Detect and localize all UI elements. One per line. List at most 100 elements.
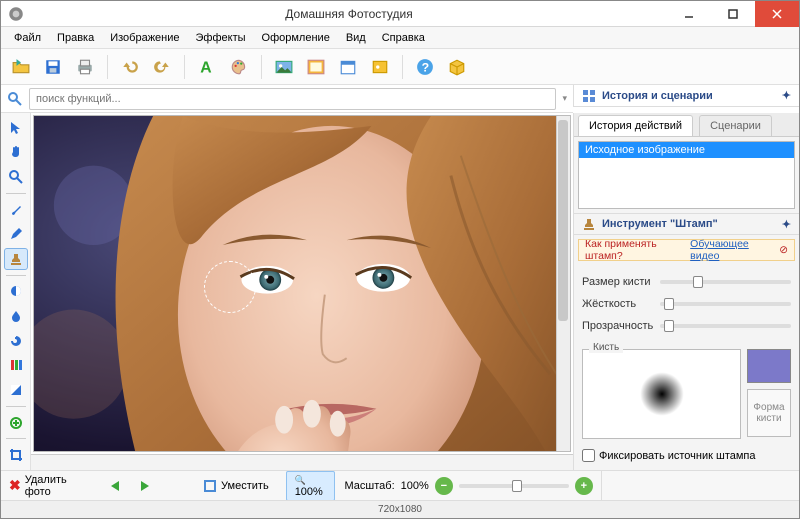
fix-source-checkbox[interactable] <box>582 449 595 462</box>
scale-value: 100% <box>401 480 429 492</box>
close-button[interactable] <box>755 1 799 27</box>
menu-view[interactable]: Вид <box>339 30 373 46</box>
search-row: ▾ <box>1 85 573 113</box>
toolbar-sep <box>261 55 262 79</box>
menu-effects[interactable]: Эффекты <box>189 30 253 46</box>
undo-button[interactable] <box>116 53 144 81</box>
collapse-icon[interactable]: ✦ <box>782 218 791 231</box>
pointer-tool[interactable] <box>4 117 28 139</box>
slider-hardness[interactable] <box>660 302 791 306</box>
photo-image <box>34 116 570 452</box>
box-button[interactable] <box>443 53 471 81</box>
swirl-tool[interactable] <box>4 330 28 352</box>
zoom-100-button[interactable]: 🔍 100% <box>286 471 335 501</box>
palette-button[interactable] <box>225 53 253 81</box>
image-button[interactable] <box>270 53 298 81</box>
app-window: Домашняя Фотостудия Файл Правка Изображе… <box>0 0 800 519</box>
canvas-area <box>31 113 573 470</box>
stamp-icon <box>582 217 596 231</box>
slider-row-size: Размер кисти <box>582 271 791 293</box>
help-button[interactable]: ? <box>411 53 439 81</box>
expand-icon[interactable]: ✦ <box>782 89 791 102</box>
heal-tool[interactable] <box>4 412 28 434</box>
brush-dot <box>640 372 684 416</box>
history-list[interactable]: Исходное изображение <box>578 141 795 209</box>
invert-tool[interactable] <box>4 379 28 401</box>
contrast-tool[interactable] <box>4 281 28 303</box>
tool-strip <box>1 113 31 470</box>
slider-label: Размер кисти <box>582 276 652 288</box>
brush-preview[interactable]: Кисть <box>582 349 741 439</box>
zoom-out-button[interactable]: − <box>435 477 453 495</box>
brush-cursor-ring <box>204 261 256 313</box>
menu-image[interactable]: Изображение <box>103 30 186 46</box>
fix-source-row: Фиксировать источник штампа <box>574 445 799 470</box>
history-tabs: История действий Сценарии <box>574 113 799 137</box>
slider-label: Прозрачность <box>582 320 652 332</box>
slider-row-hardness: Жёсткость <box>582 293 791 315</box>
zoom-in-button[interactable]: + <box>575 477 593 495</box>
pencil-tool[interactable] <box>4 223 28 245</box>
svg-text:?: ? <box>422 60 430 74</box>
redo-button[interactable] <box>148 53 176 81</box>
prev-button[interactable] <box>106 475 126 497</box>
brush-label: Кисть <box>589 342 623 353</box>
instrument-title: Инструмент "Штамп" <box>602 218 718 230</box>
image-dimensions: 720x1080 <box>378 504 422 515</box>
color-swatch[interactable] <box>747 349 791 383</box>
print-button[interactable] <box>71 53 99 81</box>
hand-tool[interactable] <box>4 142 28 164</box>
menu-edit[interactable]: Правка <box>50 30 101 46</box>
open-button[interactable] <box>7 53 35 81</box>
minimize-button[interactable] <box>667 1 711 27</box>
search-dropdown-icon[interactable]: ▾ <box>562 93 567 104</box>
zoom-group: Масштаб: 100% − + <box>345 477 593 495</box>
brush-shape-button[interactable]: Форма кисти <box>747 389 791 437</box>
z100-label: 100% <box>295 486 323 498</box>
canvas[interactable] <box>33 115 571 452</box>
slider-size[interactable] <box>660 280 791 284</box>
fit-button[interactable]: Уместить <box>196 475 276 497</box>
menu-file[interactable]: Файл <box>7 30 48 46</box>
tab-history[interactable]: История действий <box>578 115 693 136</box>
toolbar-sep <box>107 55 108 79</box>
vertical-scrollbar[interactable] <box>556 116 570 451</box>
menu-help[interactable]: Справка <box>375 30 432 46</box>
shape-label: Форма кисти <box>748 402 790 424</box>
menu-design[interactable]: Оформление <box>255 30 337 46</box>
slider-opacity[interactable] <box>660 324 791 328</box>
scale-label: Масштаб: <box>345 480 395 492</box>
main-body: История действий Сценарии Исходное изобр… <box>1 113 799 470</box>
zoom-tool[interactable] <box>4 166 28 188</box>
maximize-button[interactable] <box>711 1 755 27</box>
right-panel: История действий Сценарии Исходное изобр… <box>573 113 799 470</box>
card-button[interactable] <box>366 53 394 81</box>
brush-preview-row: Кисть Форма кисти <box>582 349 791 439</box>
horizontal-scrollbar[interactable] <box>31 454 573 470</box>
calendar-button[interactable] <box>334 53 362 81</box>
fix-source-label: Фиксировать источник штампа <box>599 450 756 462</box>
hint-close-icon[interactable]: ⊘ <box>779 244 788 256</box>
fit-label: Уместить <box>221 480 269 492</box>
tab-scenarios[interactable]: Сценарии <box>699 115 772 136</box>
crop-tool[interactable] <box>4 444 28 466</box>
delete-photo-button[interactable]: ✖ Удалить фото <box>9 474 72 498</box>
text-button[interactable]: A <box>193 53 221 81</box>
hint-link[interactable]: Обучающее видео <box>690 238 775 262</box>
history-item[interactable]: Исходное изображение <box>579 142 794 158</box>
zoom-slider[interactable] <box>459 484 569 488</box>
search-input[interactable] <box>29 88 556 110</box>
save-button[interactable] <box>39 53 67 81</box>
toolbar-sep <box>184 55 185 79</box>
frame-button[interactable] <box>302 53 330 81</box>
delete-icon: ✖ <box>9 477 21 494</box>
brush-tool[interactable] <box>4 199 28 221</box>
next-button[interactable] <box>136 475 156 497</box>
svg-text:A: A <box>200 59 211 75</box>
rgb-tool[interactable] <box>4 355 28 377</box>
stamp-tool[interactable] <box>4 248 28 270</box>
bottom-right-spacer <box>601 470 799 500</box>
hint-bar: Как применять штамп? Обучающее видео ⊘ <box>578 239 795 261</box>
history-title: История и сценарии <box>602 90 713 102</box>
blur-tool[interactable] <box>4 305 28 327</box>
